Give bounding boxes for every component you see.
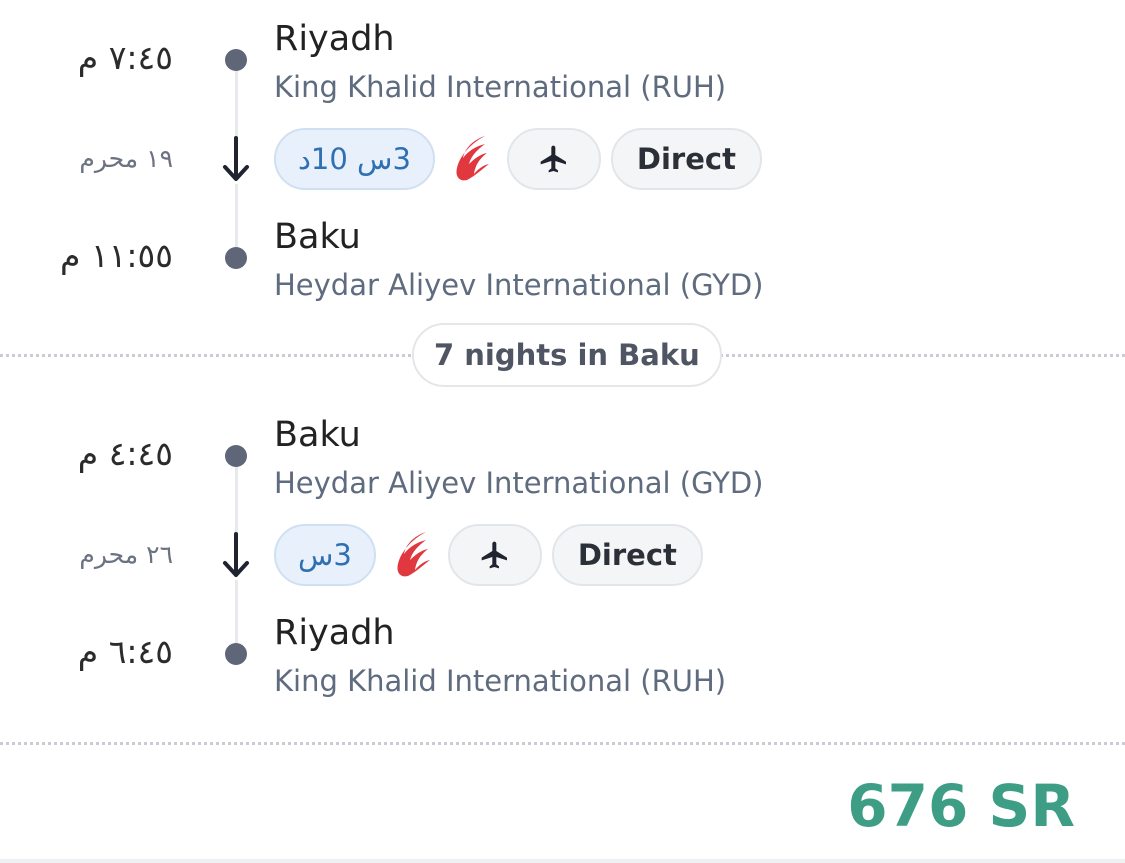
airline-bird-logo-icon — [445, 131, 497, 187]
arrival-dot — [225, 247, 247, 269]
origin-airport: Heydar Aliyev International (GYD) — [274, 466, 764, 500]
origin-city: Baku — [274, 415, 361, 455]
total-price[interactable]: 676 SR — [847, 772, 1075, 840]
destination-city: Riyadh — [274, 613, 395, 653]
origin-airport: King Khalid International (RUH) — [274, 70, 727, 104]
origin-city: Riyadh — [274, 19, 395, 59]
airline-bird-logo-icon — [386, 527, 438, 583]
flight-info-chips: 3س 10د Direct — [274, 126, 762, 192]
price-divider — [0, 742, 1125, 745]
departure-time: ٤:٤٥ م — [77, 434, 173, 473]
duration-chip: 3س — [274, 524, 376, 586]
flight-itinerary-card: ٧:٤٥ م Riyadh King Khalid International … — [0, 0, 1125, 863]
flight-date: ١٩ محرم — [79, 144, 173, 173]
arrival-time: ٦:٤٥ م — [77, 632, 173, 671]
stay-duration-badge: 7 nights in Baku — [412, 323, 722, 387]
aircraft-chip — [447, 524, 542, 586]
destination-airport: Heydar Aliyev International (GYD) — [274, 268, 764, 302]
airplane-icon — [540, 145, 566, 173]
destination-city: Baku — [274, 217, 361, 257]
stops-chip: Direct — [610, 128, 762, 190]
departure-dot — [225, 445, 247, 467]
arrival-dot — [225, 643, 247, 665]
airplane-icon — [481, 541, 507, 569]
destination-airport: King Khalid International (RUH) — [274, 664, 727, 698]
departure-dot — [225, 49, 247, 71]
arrival-time: ١١:٥٥ م — [60, 236, 173, 275]
arrow-down-icon — [222, 136, 250, 184]
duration-chip: 3س 10د — [274, 128, 435, 190]
flight-info-chips: 3س Direct — [274, 522, 703, 588]
aircraft-chip — [506, 128, 601, 190]
flight-date: ٢٦ محرم — [79, 540, 173, 569]
stops-chip: Direct — [551, 524, 703, 586]
arrow-down-icon — [222, 532, 250, 580]
card-bottom-edge — [0, 859, 1125, 863]
departure-time: ٧:٤٥ م — [77, 38, 173, 77]
